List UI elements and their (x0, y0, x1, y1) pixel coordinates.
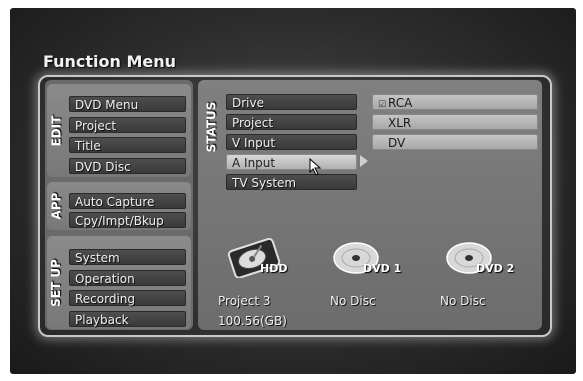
copy-import-backup-button[interactable]: Cpy/Impt/Bkup (69, 212, 186, 228)
recording-button[interactable]: Recording (69, 290, 186, 306)
status-a-input-button[interactable]: A Input (226, 154, 357, 170)
app-group-label: APP (49, 192, 64, 220)
dvd-menu-button[interactable]: DVD Menu (69, 96, 186, 112)
status-label: STATUS (204, 101, 219, 153)
dvd1-status: No Disc (330, 294, 376, 308)
app-group: APP Auto Capture Cpy/Impt/Bkup (47, 182, 191, 230)
auto-capture-button[interactable]: Auto Capture (69, 193, 186, 209)
hdd-project-name: Project 3 (218, 294, 271, 308)
status-drive-button[interactable]: Drive (226, 94, 357, 110)
checkbox-checked-icon: ☑ (378, 100, 387, 110)
dvd2-status: No Disc (440, 294, 486, 308)
playback-button[interactable]: Playback (69, 311, 186, 327)
mouse-pointer-icon (309, 158, 322, 176)
dvd2-drive[interactable]: DVD 2 (443, 238, 523, 278)
dvd1-drive[interactable]: DVD 1 (330, 238, 410, 278)
option-xlr[interactable]: XLR (372, 114, 538, 130)
submenu-arrow-icon (360, 155, 368, 167)
hdd-drive[interactable]: HDD (225, 237, 305, 279)
status-project-button[interactable]: Project (226, 114, 357, 130)
page-title: Function Menu (43, 52, 177, 71)
status-tv-system-button[interactable]: TV System (226, 174, 357, 190)
option-dv[interactable]: DV (372, 134, 538, 150)
option-rca-label: RCA (388, 96, 413, 110)
operation-button[interactable]: Operation (69, 270, 186, 286)
system-button[interactable]: System (69, 249, 186, 265)
hdd-label: HDD (260, 262, 288, 275)
option-rca[interactable]: ☑ RCA (372, 94, 538, 110)
setup-group-label: SET UP (49, 258, 63, 307)
status-v-input-button[interactable]: V Input (226, 134, 357, 150)
hdd-capacity: 100.56(GB) (218, 314, 287, 328)
project-button[interactable]: Project (69, 117, 186, 133)
edit-group-label: EDIT (49, 115, 63, 146)
setup-group: SET UP System Operation Recording Playba… (47, 236, 191, 329)
edit-group: EDIT DVD Menu Project Title DVD Disc (47, 84, 191, 177)
dvd1-label: DVD 1 (363, 262, 402, 275)
title-button[interactable]: Title (69, 137, 186, 153)
option-dv-label: DV (388, 136, 406, 150)
dvd2-label: DVD 2 (476, 262, 515, 275)
dvd-disc-button[interactable]: DVD Disc (69, 158, 186, 174)
option-xlr-label: XLR (388, 116, 412, 130)
